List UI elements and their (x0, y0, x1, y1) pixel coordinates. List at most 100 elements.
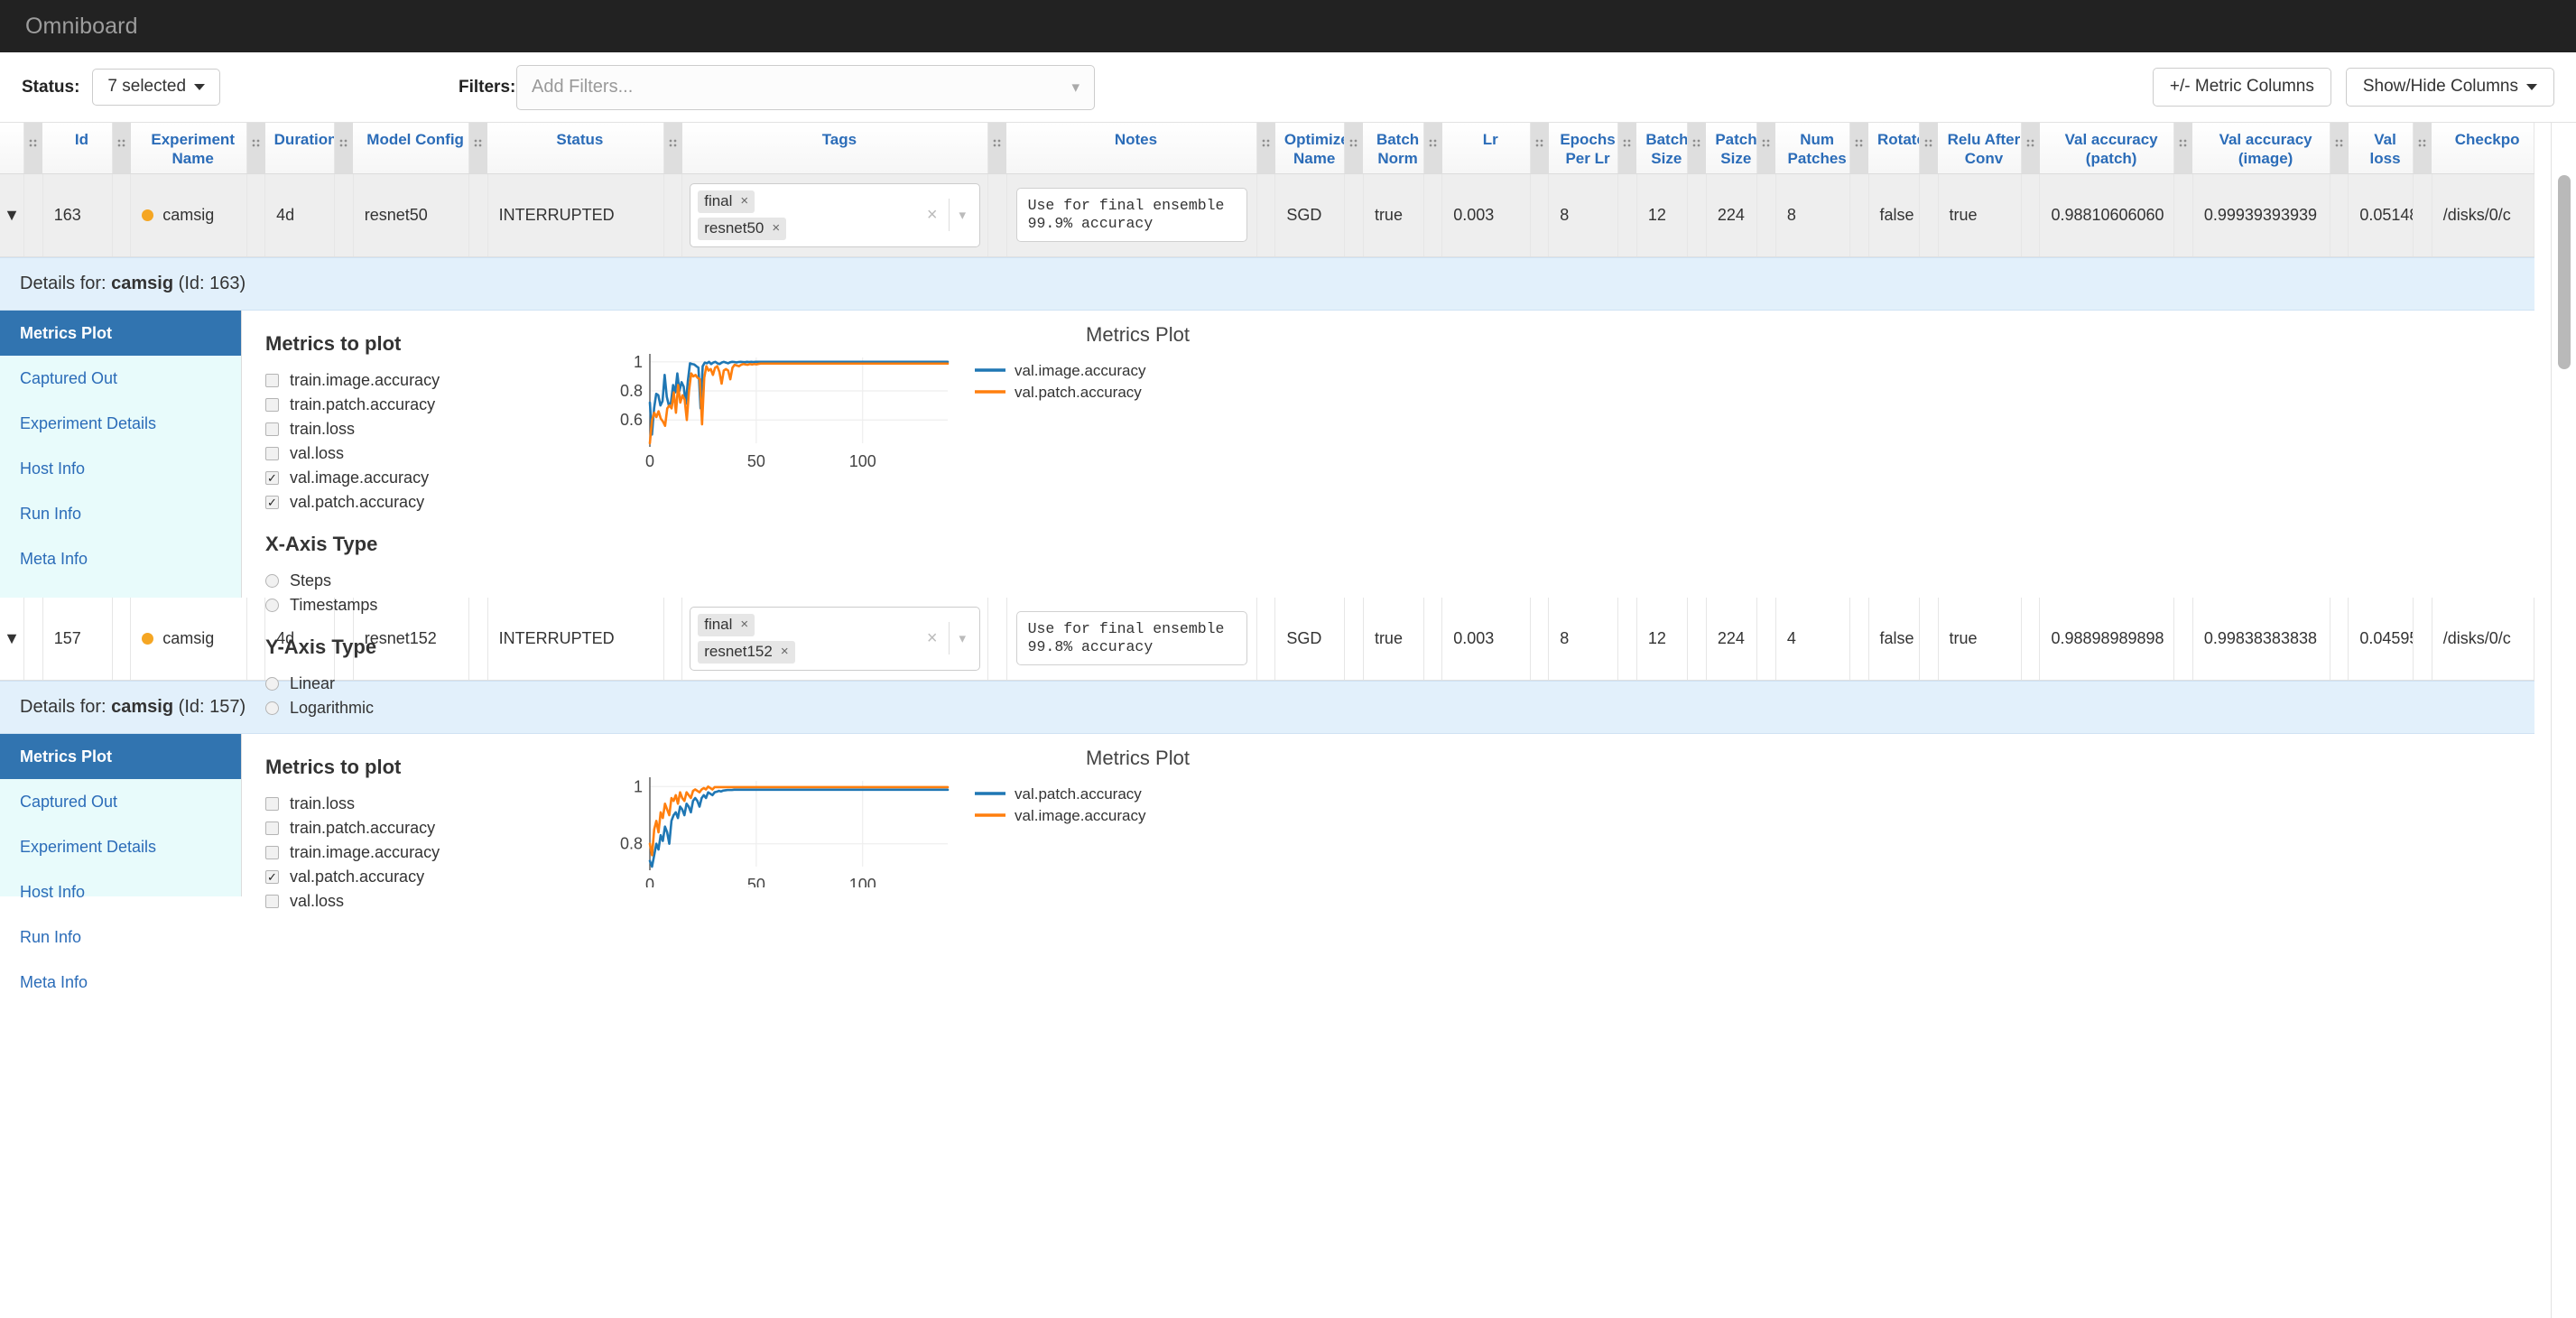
column-resize-handle[interactable] (1530, 123, 1549, 174)
radio-icon[interactable] (265, 598, 279, 612)
notes-textarea[interactable]: Use for final ensemble 99.9% accuracy (1015, 188, 1247, 242)
cell-tags[interactable]: final × resnet50 × × ▾ (681, 173, 989, 257)
sidebar-item-metrics-plot[interactable]: Metrics Plot (0, 734, 241, 779)
column-header-experiment-name[interactable]: Experiment Name (130, 123, 247, 174)
sidebar-item-host-info[interactable]: Host Info (0, 446, 241, 491)
column-header-checkpoint[interactable]: Checkpo (2432, 123, 2535, 174)
checkbox-checked-icon[interactable]: ✓ (265, 495, 279, 509)
checkbox-checked-icon[interactable]: ✓ (265, 470, 279, 485)
sidebar-item-captured-out[interactable]: Captured Out (0, 356, 241, 401)
sidebar-item-meta-info[interactable]: Meta Info (0, 960, 241, 1005)
column-header-notes[interactable]: Notes (1006, 123, 1257, 174)
remove-tag-icon[interactable]: × (772, 220, 780, 236)
sidebar-item-experiment-details[interactable]: Experiment Details (0, 401, 241, 446)
radio-x-axis-timestamps[interactable]: Timestamps (265, 593, 2534, 617)
radio-icon[interactable] (265, 676, 279, 691)
sidebar-item-experiment-details[interactable]: Experiment Details (0, 824, 241, 869)
column-header-val-loss[interactable]: Val loss (2348, 123, 2414, 174)
column-resize-handle[interactable] (468, 123, 488, 174)
column-resize-handle[interactable] (23, 123, 43, 174)
vertical-scrollbar[interactable] (2558, 123, 2571, 1318)
metric-checkbox-val-patch-accuracy[interactable]: ✓ val.patch.accuracy (265, 490, 2534, 515)
column-header-model-config[interactable]: Model Config (353, 123, 470, 174)
tags-editor[interactable]: final × resnet50 × × ▾ (690, 182, 981, 247)
column-resize-handle[interactable] (2330, 123, 2349, 174)
column-resize-handle[interactable] (1256, 123, 1275, 174)
sidebar-item-captured-out[interactable]: Captured Out (0, 779, 241, 824)
column-resize-handle[interactable] (1423, 123, 1442, 174)
remove-tag-icon[interactable]: × (740, 617, 748, 632)
checkbox-icon[interactable] (265, 895, 279, 908)
checkbox-icon[interactable] (265, 422, 279, 436)
column-header-duration[interactable]: Duration (264, 123, 336, 174)
add-filters-input[interactable]: Add Filters... ▾ (516, 64, 1095, 110)
checkbox-icon[interactable] (265, 797, 279, 811)
checkbox-icon[interactable] (265, 446, 279, 460)
column-resize-handle[interactable] (2021, 123, 2040, 174)
column-header-val-accuracy-patch[interactable]: Val accuracy (patch) (2039, 123, 2175, 174)
checkbox-icon[interactable] (265, 373, 279, 387)
radio-icon[interactable] (265, 573, 279, 588)
metric-columns-button[interactable]: +/- Metric Columns (2152, 68, 2331, 107)
column-resize-handle[interactable] (2413, 123, 2432, 174)
column-resize-handle[interactable] (1344, 123, 1364, 174)
experiments-table-container[interactable]: Id Experiment Name Duration Model Config… (0, 122, 2576, 1318)
chevron-down-icon[interactable]: ▾ (1071, 79, 1080, 95)
tag-chip[interactable]: final × (698, 613, 755, 636)
show-hide-columns-button[interactable]: Show/Hide Columns (2345, 68, 2554, 107)
column-resize-handle[interactable] (246, 123, 265, 174)
svg-text:val.patch.accuracy: val.patch.accuracy (1015, 785, 1142, 803)
column-header-epochs-per-lr[interactable]: Epochs Per Lr (1548, 123, 1619, 174)
row-collapse-toggle[interactable]: ▼ (0, 597, 25, 681)
checkbox-icon[interactable] (265, 821, 279, 835)
radio-x-axis-steps[interactable]: Steps (265, 569, 2534, 593)
column-header-optimizer-name[interactable]: Optimizer Name (1274, 123, 1346, 174)
column-header-batch-norm[interactable]: Batch Norm (1363, 123, 1424, 174)
table-row[interactable]: ▼ 163 camsig 4d resnet50 INTERRUPTED fin… (0, 173, 2535, 257)
column-header-status[interactable]: Status (487, 123, 664, 174)
scrollbar-thumb[interactable] (2558, 175, 2571, 369)
column-resize-handle[interactable] (2173, 123, 2193, 174)
column-resize-handle[interactable] (334, 123, 354, 174)
column-resize-handle[interactable] (987, 123, 1007, 174)
radio-y-axis-logarithmic[interactable]: Logarithmic (265, 696, 2534, 720)
checkbox-checked-icon[interactable]: ✓ (265, 870, 279, 884)
sidebar-item-meta-info[interactable]: Meta Info (0, 536, 241, 581)
column-header-tags[interactable]: Tags (681, 123, 989, 174)
status-dropdown[interactable]: 7 selected (92, 69, 221, 106)
column-resize-handle[interactable] (112, 123, 131, 174)
app-brand[interactable]: Omniboard (25, 14, 138, 40)
column-header-rotate[interactable]: Rotate (1868, 123, 1920, 174)
column-header-relu-after-conv[interactable]: Relu After Conv (1938, 123, 2022, 174)
sidebar-item-run-info[interactable]: Run Info (0, 914, 241, 960)
clear-tags-icon[interactable]: × (916, 205, 949, 226)
metric-checkbox-val-loss[interactable]: val.loss (265, 889, 2534, 914)
radio-icon[interactable] (265, 701, 279, 715)
column-resize-handle[interactable] (1617, 123, 1637, 174)
column-header-num-patches[interactable]: Num Patches (1775, 123, 1850, 174)
column-header-id[interactable]: Id (42, 123, 113, 174)
column-header-patch-size[interactable]: Patch Size (1706, 123, 1758, 174)
tag-chip[interactable]: resnet50 × (698, 217, 787, 240)
chevron-down-icon[interactable]: ▾ (950, 207, 977, 223)
column-resize-handle[interactable] (1756, 123, 1776, 174)
remove-tag-icon[interactable]: × (740, 193, 748, 209)
metric-label: train.loss (290, 794, 356, 812)
column-resize-handle[interactable] (1687, 123, 1707, 174)
column-header-batch-size[interactable]: Batch Size (1636, 123, 1689, 174)
column-resize-handle[interactable] (1849, 123, 1868, 174)
checkbox-icon[interactable] (265, 846, 279, 859)
radio-y-axis-linear[interactable]: Linear (265, 672, 2534, 696)
column-header-lr[interactable]: Lr (1441, 123, 1531, 174)
sidebar-item-host-info[interactable]: Host Info (0, 869, 241, 914)
cell-val-loss: 0.05148286 (2348, 173, 2414, 257)
column-resize-handle[interactable] (1919, 123, 1938, 174)
sidebar-item-run-info[interactable]: Run Info (0, 491, 241, 536)
cell-notes[interactable]: Use for final ensemble 99.9% accuracy (1006, 173, 1257, 257)
column-header-val-accuracy-image[interactable]: Val accuracy (image) (2192, 123, 2330, 174)
row-collapse-toggle[interactable]: ▼ (0, 173, 25, 257)
tag-chip[interactable]: final × (698, 190, 755, 213)
checkbox-icon[interactable] (265, 397, 279, 412)
column-resize-handle[interactable] (663, 123, 682, 174)
sidebar-item-metrics-plot[interactable]: Metrics Plot (0, 310, 241, 356)
